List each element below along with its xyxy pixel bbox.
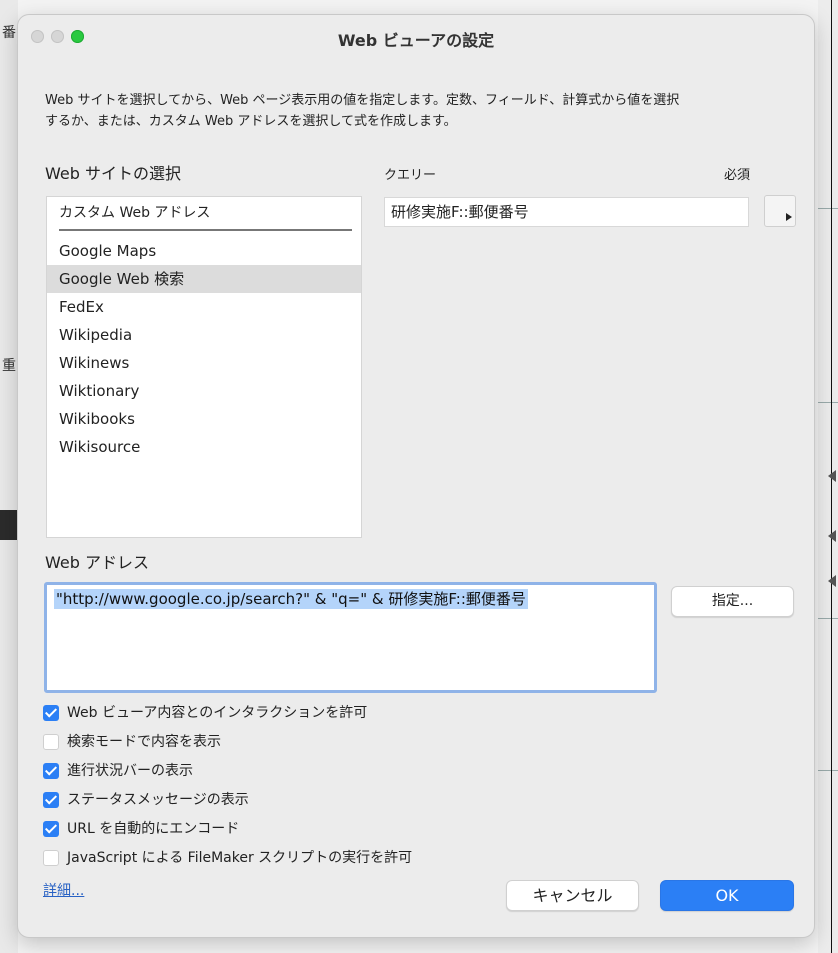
- dialog-description: Web サイトを選択してから、Web ページ表示用の値を指定します。定数、フィー…: [45, 90, 790, 132]
- background-gridline: [818, 402, 838, 403]
- query-column-header: クエリー: [384, 168, 437, 183]
- triangle-right-icon: [786, 213, 792, 221]
- web-viewer-settings-dialog: Web ビューアの設定 Web サイトを選択してから、Web ページ表示用の値を…: [18, 15, 814, 937]
- site-item-wikipedia[interactable]: Wikipedia: [47, 321, 361, 349]
- web-address-field[interactable]: "http://www.google.co.jp/search?" & "q="…: [44, 582, 657, 693]
- checkbox-checked-icon[interactable]: [43, 705, 59, 721]
- description-line: するか、または、カスタム Web アドレスを選択して式を作成します。: [45, 114, 457, 129]
- option-label: JavaScript による FileMaker スクリプトの実行を許可: [67, 850, 413, 866]
- title-bar: Web ビューアの設定: [18, 15, 814, 59]
- background-bar: [0, 510, 18, 540]
- site-selection-label: Web サイトの選択: [45, 164, 181, 183]
- site-item-wikibooks[interactable]: Wikibooks: [47, 405, 361, 433]
- site-item-google-maps[interactable]: Google Maps: [47, 237, 361, 265]
- background-glyph: 重: [2, 358, 16, 374]
- site-item-custom-web-address[interactable]: カスタム Web アドレス: [59, 202, 210, 222]
- site-item-wiktionary[interactable]: Wiktionary: [47, 377, 361, 405]
- background-gridline: [818, 770, 838, 771]
- option-label: ステータスメッセージの表示: [67, 792, 249, 808]
- site-item-wikisource[interactable]: Wikisource: [47, 433, 361, 461]
- query-value-field[interactable]: 研修実施F::郵便番号: [384, 197, 749, 227]
- list-separator: [59, 229, 352, 231]
- site-item-fedex[interactable]: FedEx: [47, 293, 361, 321]
- details-link[interactable]: 詳細...: [43, 880, 84, 900]
- checkbox-unchecked-icon[interactable]: [43, 850, 59, 866]
- background-right-pane: [818, 0, 838, 953]
- query-options-button[interactable]: [764, 195, 796, 227]
- site-item-google-web-search[interactable]: Google Web 検索: [47, 265, 361, 293]
- web-address-label: Web アドレス: [45, 553, 149, 572]
- background-left-pane: 番 重: [0, 0, 18, 953]
- option-label: 検索モードで内容を表示: [67, 734, 221, 750]
- dialog-title: Web ビューアの設定: [337, 31, 495, 50]
- specify-button[interactable]: 指定...: [671, 586, 794, 617]
- background-gridline: [818, 618, 838, 619]
- option-label: 進行状況バーの表示: [67, 763, 193, 779]
- option-label: Web ビューア内容とのインタラクションを許可: [67, 705, 368, 721]
- website-list[interactable]: カスタム Web アドレス Google Maps Google Web 検索 …: [46, 196, 362, 538]
- option-label: URL を自動的にエンコード: [67, 821, 240, 837]
- background-glyph: 番: [2, 25, 16, 41]
- checkbox-unchecked-icon[interactable]: [43, 734, 59, 750]
- cancel-button[interactable]: キャンセル: [506, 880, 639, 911]
- background-arrow-icon: [828, 470, 836, 482]
- ok-button[interactable]: OK: [660, 880, 794, 911]
- site-item-wikinews[interactable]: Wikinews: [47, 349, 361, 377]
- background-gridline: [818, 208, 838, 209]
- description-line: Web サイトを選択してから、Web ページ表示用の値を指定します。定数、フィー…: [45, 93, 680, 108]
- checkbox-checked-icon[interactable]: [43, 792, 59, 808]
- checkbox-checked-icon[interactable]: [43, 763, 59, 779]
- web-address-formula: "http://www.google.co.jp/search?" & "q="…: [54, 589, 528, 609]
- required-column-header: 必須: [724, 168, 751, 183]
- background-arrow-icon: [828, 575, 836, 587]
- checkbox-checked-icon[interactable]: [43, 821, 59, 837]
- background-arrow-icon: [828, 530, 836, 542]
